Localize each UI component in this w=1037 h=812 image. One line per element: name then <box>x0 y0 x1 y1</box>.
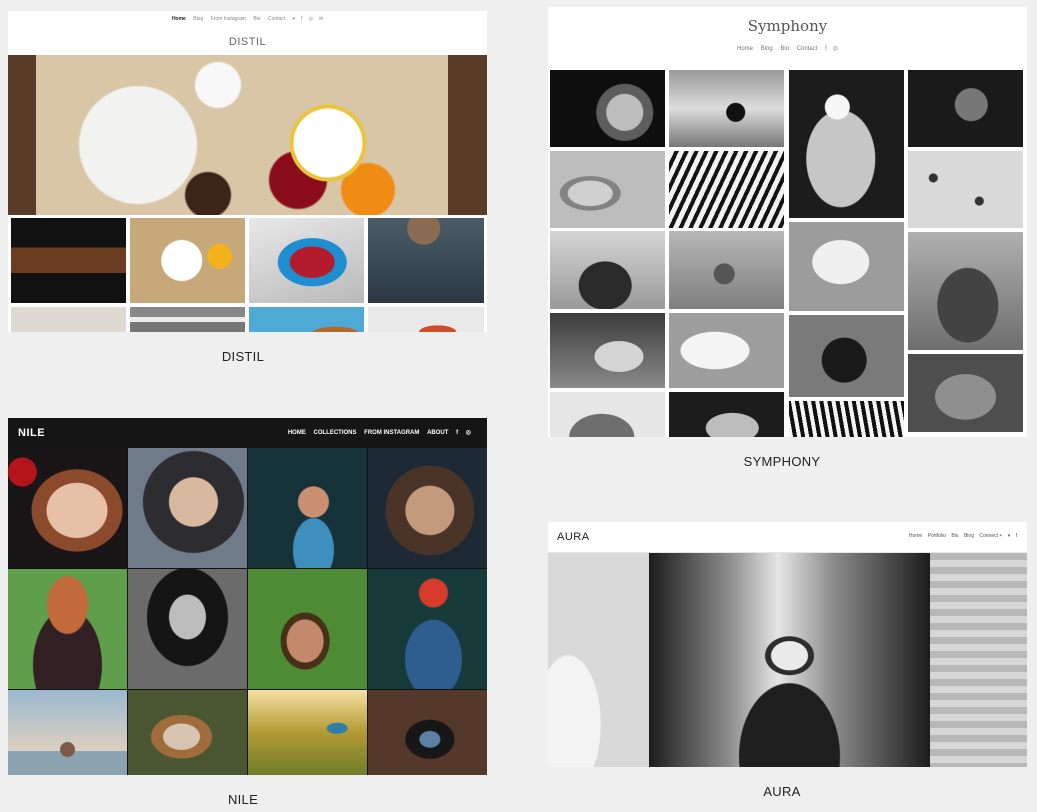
nile-nav-collections[interactable]: COLLECTIONS <box>314 430 357 436</box>
symphony-photo-bird[interactable] <box>550 392 665 437</box>
nile-photo-1[interactable] <box>8 448 127 568</box>
symphony-photo-leopard[interactable] <box>550 151 665 228</box>
twitter-icon[interactable]: ▾ <box>293 16 296 22</box>
symphony-nav-bio[interactable]: Bio <box>780 46 789 52</box>
aura-caption[interactable]: AURA <box>682 784 882 799</box>
symphony-template-preview[interactable]: Symphony Home Blog Bio Contact f ◎ <box>548 7 1027 437</box>
symphony-photo-wolf[interactable] <box>789 222 904 311</box>
distil-nav-contact[interactable]: Contact <box>268 16 285 22</box>
nile-photo-7[interactable] <box>248 569 367 689</box>
aura-nav-home[interactable]: Home <box>909 533 922 539</box>
symphony-nav-home[interactable]: Home <box>737 46 753 52</box>
symphony-photo-lion[interactable] <box>550 70 665 147</box>
symphony-photo-elephants[interactable] <box>550 231 665 309</box>
symphony-photo-chimp[interactable] <box>789 315 904 397</box>
aura-slide-next[interactable] <box>930 553 1027 767</box>
nile-nav-about[interactable]: ABOUT <box>427 430 448 436</box>
facebook-icon[interactable]: f <box>1016 533 1017 539</box>
distil-nav: Home Blog From Instagram Bio Contact ▾ f ◎… <box>8 11 487 27</box>
aura-template-preview[interactable]: AURA Home Portfolio Bio Blog Connect + ▾… <box>548 522 1027 767</box>
nile-photo-4[interactable] <box>368 448 487 568</box>
nile-nav: HOME COLLECTIONS FROM INSTAGRAM ABOUT f … <box>282 429 471 436</box>
aura-nav-blog[interactable]: Blog <box>964 533 974 539</box>
distil-thumb-3[interactable] <box>249 218 364 303</box>
distil-nav-blog[interactable]: Blog <box>193 16 203 22</box>
nile-photo-3[interactable] <box>248 448 367 568</box>
symphony-caption[interactable]: SYMPHONY <box>682 454 882 469</box>
symphony-photo-polar-bear[interactable] <box>669 313 784 388</box>
nile-header: NILE HOME COLLECTIONS FROM INSTAGRAM ABO… <box>8 418 487 448</box>
symphony-photo-horse[interactable] <box>669 70 784 147</box>
nile-caption[interactable]: NILE <box>143 792 343 807</box>
mail-icon[interactable]: ✉ <box>319 16 323 22</box>
nile-photo-8[interactable] <box>368 569 487 689</box>
distil-nav-home[interactable]: Home <box>172 16 186 22</box>
instagram-icon[interactable]: ◎ <box>833 46 838 52</box>
distil-thumb-2[interactable] <box>130 218 245 303</box>
nile-photo-11[interactable] <box>248 690 367 775</box>
nile-photo-10[interactable] <box>128 690 247 775</box>
distil-template-preview[interactable]: Home Blog From Instagram Bio Contact ▾ f ◎… <box>8 11 487 332</box>
symphony-nav-contact[interactable]: Contact <box>797 46 818 52</box>
distil-thumb-6[interactable] <box>130 307 245 332</box>
symphony-photo-deer[interactable] <box>908 232 1023 350</box>
aura-slide-current[interactable] <box>649 553 930 767</box>
symphony-photo-antelope[interactable] <box>669 231 784 309</box>
aura-slide-previous[interactable] <box>548 553 649 767</box>
symphony-photo-owl[interactable] <box>908 70 1023 147</box>
distil-nav-from-instagram[interactable]: From Instagram <box>211 16 246 22</box>
nile-template-preview[interactable]: NILE HOME COLLECTIONS FROM INSTAGRAM ABO… <box>8 418 487 775</box>
symphony-photo-zebra-2[interactable] <box>789 401 904 437</box>
symphony-photo-lion-cubs[interactable] <box>908 354 1023 432</box>
twitter-icon[interactable]: ▾ <box>1008 533 1011 539</box>
aura-header: AURA Home Portfolio Bio Blog Connect + ▾… <box>548 522 1027 553</box>
aura-brand: AURA <box>557 531 590 543</box>
distil-hero-image <box>8 55 487 215</box>
instagram-icon[interactable]: ◎ <box>466 430 471 436</box>
facebook-icon[interactable]: f <box>301 16 302 22</box>
nile-photo-6[interactable] <box>128 569 247 689</box>
symphony-photo-eagle[interactable] <box>789 70 904 218</box>
symphony-photo-zebras[interactable] <box>669 151 784 228</box>
distil-caption[interactable]: DISTIL <box>143 349 343 364</box>
nile-brand: NILE <box>18 427 46 439</box>
distil-thumb-8[interactable] <box>368 307 484 332</box>
aura-nav: Home Portfolio Bio Blog Connect + ▾ f <box>905 533 1017 539</box>
nile-photo-9[interactable] <box>8 690 127 775</box>
symphony-nav-blog[interactable]: Blog <box>761 46 773 52</box>
symphony-brand: Symphony <box>747 17 828 35</box>
distil-brand: DISTIL <box>228 36 267 48</box>
distil-thumb-7[interactable] <box>249 307 364 332</box>
aura-nav-portfolio[interactable]: Portfolio <box>928 533 946 539</box>
nile-nav-home[interactable]: HOME <box>288 430 306 436</box>
instagram-icon[interactable]: ◎ <box>308 16 312 22</box>
facebook-icon[interactable]: f <box>456 430 458 436</box>
symphony-photo-bear[interactable] <box>550 313 665 388</box>
distil-thumb-4[interactable] <box>368 218 484 303</box>
facebook-icon[interactable]: f <box>825 46 827 52</box>
nile-photo-5[interactable] <box>8 569 127 689</box>
distil-thumb-1[interactable] <box>11 218 126 303</box>
symphony-nav: Home Blog Bio Contact f ◎ <box>548 45 1027 52</box>
nile-photo-12[interactable] <box>368 690 487 775</box>
distil-thumb-5[interactable] <box>11 307 126 332</box>
symphony-photo-lion-2[interactable] <box>669 392 784 437</box>
aura-nav-bio[interactable]: Bio <box>951 533 958 539</box>
aura-nav-connect[interactable]: Connect + <box>979 533 1002 539</box>
nile-nav-from-instagram[interactable]: FROM INSTAGRAM <box>364 430 419 436</box>
distil-nav-bio[interactable]: Bio <box>253 16 260 22</box>
symphony-photo-dogsled[interactable] <box>908 151 1023 228</box>
nile-photo-2[interactable] <box>128 448 247 568</box>
